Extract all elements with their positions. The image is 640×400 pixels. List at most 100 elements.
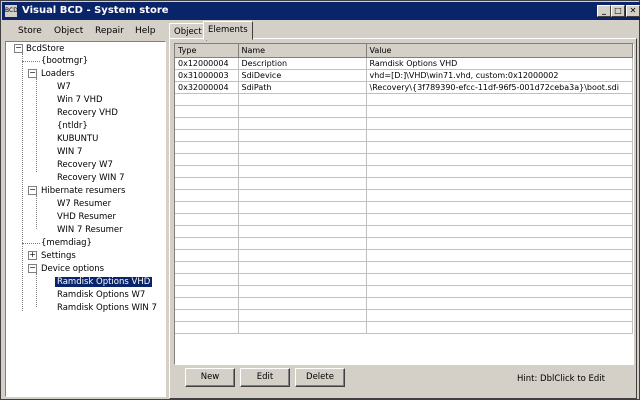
tree-loader-item[interactable]: Win 7 VHD [57, 95, 103, 105]
bcd-tree[interactable]: − BcdStore {bootmgr} − Loaders W7 Win 7 … [5, 41, 166, 397]
tree-device-item[interactable]: Ramdisk Options VHD [55, 277, 153, 287]
tree-settings[interactable]: Settings [41, 251, 76, 261]
empty-cell [238, 165, 367, 178]
tree-loader-item[interactable]: W7 [57, 82, 71, 92]
empty-cell [238, 129, 367, 142]
cell-name[interactable]: SdiPath [238, 81, 367, 94]
empty-cell [175, 261, 239, 274]
tree-device-item[interactable]: Ramdisk Options WIN 7 [57, 303, 157, 313]
table-row[interactable]: 0x12000004 Description Ramdisk Options V… [175, 57, 633, 70]
tree-device-item[interactable]: Ramdisk Options W7 [57, 290, 145, 300]
empty-table-row [175, 321, 633, 334]
tree-loader-item[interactable]: KUBUNTU [57, 134, 98, 144]
empty-cell [366, 273, 633, 286]
menu-repair[interactable]: Repair [95, 26, 124, 36]
empty-cell [238, 213, 367, 226]
empty-table-row [175, 261, 633, 274]
empty-cell [238, 249, 367, 262]
empty-cell [238, 285, 367, 298]
tree-root[interactable]: BcdStore [26, 44, 64, 54]
tree-loader-item[interactable]: Recovery VHD [57, 108, 118, 118]
empty-table-row [175, 285, 633, 298]
tree-line [22, 61, 40, 62]
collapse-icon[interactable]: − [28, 264, 37, 273]
cell-name[interactable]: Description [238, 57, 367, 70]
tab-panel-elements: Type Name Value 0x12000004 Description R… [169, 38, 637, 399]
collapse-icon[interactable]: − [28, 69, 37, 78]
empty-cell [175, 105, 239, 118]
collapse-icon[interactable]: − [28, 186, 37, 195]
menu-object[interactable]: Object [54, 26, 83, 36]
tree-device-options[interactable]: Device options [41, 264, 104, 274]
cell-value[interactable]: \Recovery\{3f789390-efcc-11df-96f5-001d7… [366, 81, 633, 94]
empty-cell [366, 189, 633, 202]
elements-grid[interactable]: Type Name Value 0x12000004 Description R… [174, 43, 634, 365]
cell-type[interactable]: 0x12000004 [175, 57, 239, 70]
empty-cell [175, 189, 239, 202]
tree-hibernate[interactable]: Hibernate resumers [41, 186, 125, 196]
empty-cell [366, 225, 633, 238]
column-header-type[interactable]: Type [175, 44, 239, 58]
empty-table-row [175, 213, 633, 226]
empty-cell [366, 213, 633, 226]
empty-cell [238, 153, 367, 166]
empty-cell [175, 153, 239, 166]
cell-value[interactable]: Ramdisk Options VHD [366, 57, 633, 70]
grid-header-row: Type Name Value [175, 44, 633, 58]
close-button[interactable]: ✕ [626, 5, 640, 17]
empty-cell [238, 177, 367, 190]
tree-memdiag[interactable]: {memdiag} [41, 238, 92, 248]
empty-cell [366, 105, 633, 118]
tree-loaders[interactable]: Loaders [41, 69, 75, 79]
empty-table-row [175, 273, 633, 286]
empty-table-row [175, 141, 633, 154]
empty-cell [175, 237, 239, 250]
empty-table-row [175, 297, 633, 310]
table-row[interactable]: 0x31000003 SdiDevice vhd=[D:]\VHD\win71.… [175, 69, 633, 82]
column-header-value[interactable]: Value [366, 44, 633, 58]
new-button[interactable]: New [185, 368, 235, 387]
menu-store[interactable]: Store [18, 26, 42, 36]
empty-cell [366, 237, 633, 250]
delete-button[interactable]: Delete [295, 368, 345, 387]
empty-cell [366, 321, 633, 334]
cell-name[interactable]: SdiDevice [238, 69, 367, 82]
cell-type[interactable]: 0x32000004 [175, 81, 239, 94]
expand-icon[interactable]: + [28, 251, 37, 260]
edit-button[interactable]: Edit [240, 368, 290, 387]
empty-cell [366, 261, 633, 274]
tab-elements[interactable]: Elements [203, 21, 253, 40]
empty-cell [175, 273, 239, 286]
tree-hibernate-item[interactable]: VHD Resumer [57, 212, 116, 222]
empty-cell [175, 285, 239, 298]
tree-loader-item[interactable]: WIN 7 [57, 147, 82, 157]
details-pane: Object Elements Type Name Value 0x120000… [169, 21, 639, 399]
empty-cell [238, 225, 367, 238]
table-row[interactable]: 0x32000004 SdiPath \Recovery\{3f789390-e… [175, 81, 633, 94]
tree-hibernate-item[interactable]: W7 Resumer [57, 199, 111, 209]
empty-cell [238, 237, 367, 250]
window-title: Visual BCD - System store [22, 5, 169, 16]
empty-cell [175, 249, 239, 262]
cell-type[interactable]: 0x31000003 [175, 69, 239, 82]
tree-loader-item[interactable]: {ntldr} [57, 121, 88, 131]
tree-loader-item[interactable]: Recovery WIN 7 [57, 173, 125, 183]
empty-cell [366, 153, 633, 166]
maximize-button[interactable]: □ [611, 5, 625, 17]
empty-cell [238, 93, 367, 106]
menu-help[interactable]: Help [135, 26, 156, 36]
tree-hibernate-item[interactable]: WIN 7 Resumer [57, 225, 123, 235]
empty-table-row [175, 153, 633, 166]
collapse-icon[interactable]: − [14, 44, 23, 53]
tree-bootmgr[interactable]: {bootmgr} [41, 56, 88, 66]
column-header-name[interactable]: Name [238, 44, 367, 58]
empty-cell [366, 249, 633, 262]
minimize-button[interactable]: _ [597, 5, 611, 17]
tree-loader-item[interactable]: Recovery W7 [57, 160, 113, 170]
empty-cell [175, 213, 239, 226]
empty-cell [366, 201, 633, 214]
cell-value[interactable]: vhd=[D:]\VHD\win71.vhd, custom:0x1200000… [366, 69, 633, 82]
title-bar[interactable]: BCD Visual BCD - System store _ □ ✕ [2, 2, 640, 20]
empty-cell [175, 129, 239, 142]
tree-line [36, 78, 37, 172]
